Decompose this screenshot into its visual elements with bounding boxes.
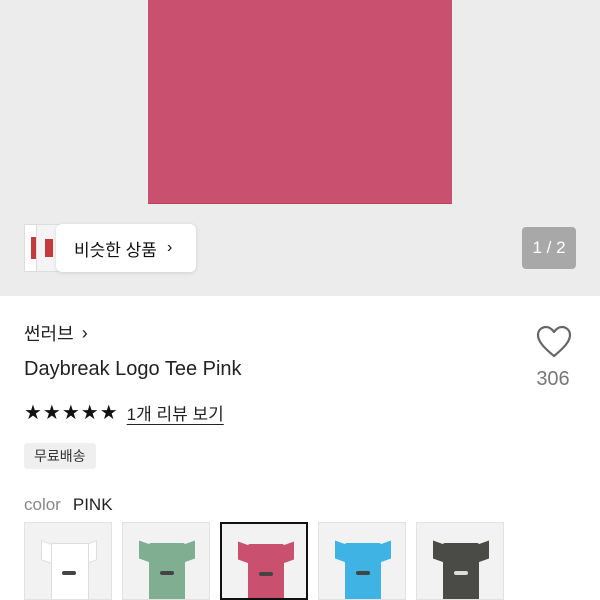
product-image-gallery[interactable]: 비슷한 상품 › 1 / 2 xyxy=(0,0,600,296)
similar-products-button[interactable]: 비슷한 상품 › xyxy=(56,224,196,272)
tshirt-icon xyxy=(139,539,195,599)
similar-products-label: 비슷한 상품 xyxy=(74,240,157,260)
tshirt-icon xyxy=(335,539,391,599)
color-selection-row: color PINK xyxy=(24,495,113,515)
color-label: color xyxy=(24,495,61,514)
rating-row: ★★★★★ 1개 리뷰 보기 xyxy=(24,400,224,425)
color-swatch-charcoal[interactable] xyxy=(416,522,504,600)
color-swatch-blue[interactable] xyxy=(318,522,406,600)
image-pager: 1 / 2 xyxy=(522,227,576,269)
color-swatch-pink[interactable] xyxy=(220,522,308,600)
brand-name: 썬러브 xyxy=(24,324,74,344)
star-rating-icon: ★★★★★ xyxy=(24,402,119,424)
review-link[interactable]: 1개 리뷰 보기 xyxy=(127,400,224,425)
heart-outline-icon[interactable] xyxy=(535,323,573,361)
product-image xyxy=(148,0,452,204)
color-swatch-green[interactable] xyxy=(122,522,210,600)
like-count: 306 xyxy=(536,368,570,390)
color-swatch-white[interactable] xyxy=(24,522,112,600)
free-shipping-badge: 무료배송 xyxy=(24,443,96,469)
tshirt-icon xyxy=(41,539,97,599)
chevron-right-icon: › xyxy=(166,239,173,256)
tshirt-icon xyxy=(433,539,489,599)
brand-link[interactable]: 썬러브 › xyxy=(24,320,88,346)
chevron-right-icon: › xyxy=(81,322,88,343)
color-value: PINK xyxy=(72,495,113,514)
tshirt-icon xyxy=(238,540,294,598)
product-title: Daybreak Logo Tee Pink xyxy=(24,358,242,380)
color-swatch-list xyxy=(24,522,600,600)
